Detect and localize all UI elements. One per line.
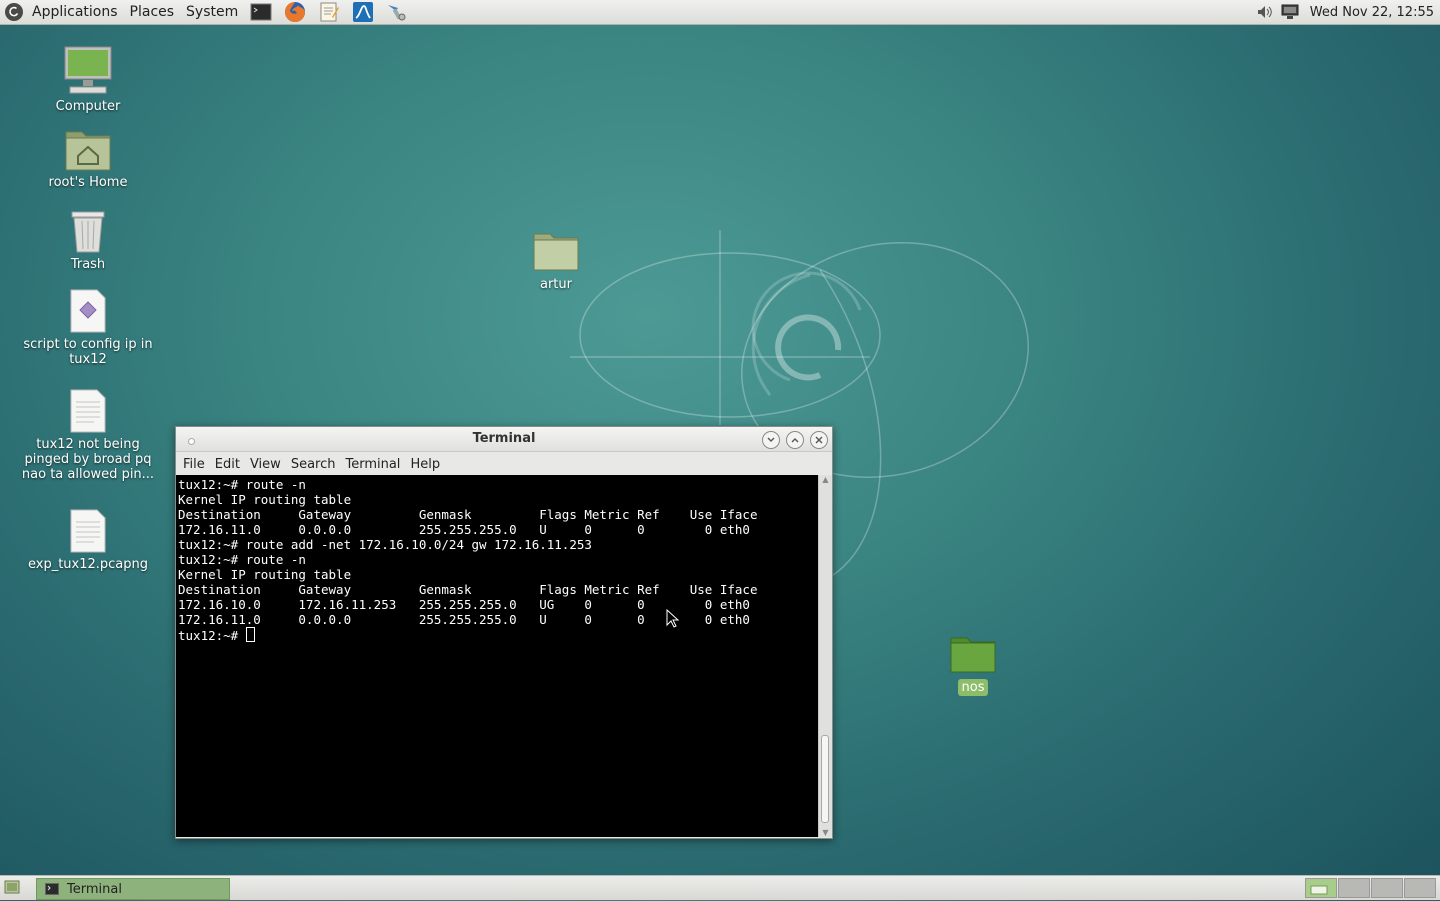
terminal-icon [250,3,272,21]
system-tray: Wed Nov 22, 12:55 [1256,0,1434,24]
script-icon [70,289,106,333]
minimize-button[interactable] [762,431,780,449]
menu-view[interactable]: View [245,457,286,472]
close-button[interactable] [810,431,828,449]
network-tool-launcher[interactable] [384,1,410,23]
terminal-line: Kernel IP routing table [178,567,352,582]
main-menu: Applications Places System [0,0,244,24]
top-panel: Applications Places System Wed Nov 22, 1… [0,0,1440,25]
close-icon [815,436,823,444]
terminal-line: 172.16.11.0 0.0.0.0 255.255.255.0 U 0 0 … [178,522,750,537]
terminal-prompt: tux12:~# [178,628,246,643]
maximize-button[interactable] [786,431,804,449]
menu-help[interactable]: Help [405,457,445,472]
text-cursor [245,627,255,642]
chevron-up-icon [791,438,799,443]
scrollbar-thumb[interactable] [821,735,829,823]
scroll-up-arrow-icon[interactable]: ▲ [819,475,832,484]
menu-file[interactable]: File [178,457,210,472]
debian-logo-icon[interactable] [4,2,24,22]
text-file-icon [70,389,106,433]
bottom-panel: Terminal [0,875,1440,900]
terminal-menubar: File Edit View Search Terminal Help [176,452,832,477]
desktop-icon-home[interactable]: root's Home [18,126,158,190]
desktop-icon-artur[interactable]: artur [486,230,626,292]
terminal-window: Terminal File Edit View Search Terminal … [175,426,833,839]
desktop-icon-label: exp_tux12.pcapng [27,557,149,572]
window-preview-icon [1310,885,1328,895]
window-titlebar[interactable]: Terminal [176,427,832,452]
wireshark-icon [353,2,374,22]
text-file-icon [70,509,106,553]
terminal-launcher[interactable] [248,1,274,23]
scroll-down-arrow-icon[interactable]: ▼ [819,828,832,837]
workspace-1[interactable] [1305,878,1337,898]
desktop-icon-textfile-note[interactable]: tux12 not being pinged by broad pq nao t… [18,388,158,482]
taskbar-label: Terminal [67,881,122,897]
menu-search[interactable]: Search [286,457,341,472]
workspace-switcher [1304,878,1436,898]
network-tool-icon [388,5,406,21]
text-editor-icon [320,2,340,22]
desktop-icon-label: Computer [55,99,121,114]
trash-icon [71,211,105,253]
firefox-launcher[interactable] [282,1,308,23]
terminal-line: tux12:~# route add -net 172.16.10.0/24 g… [178,537,592,552]
computer-icon [64,46,112,94]
show-desktop-icon[interactable] [4,880,20,894]
terminal-line: Destination Gateway Genmask Flags Metric… [178,507,758,522]
firefox-icon [285,2,306,22]
text-editor-launcher[interactable] [316,1,342,23]
network-icon[interactable] [1280,3,1300,21]
desktop-icon-nos[interactable]: nos [903,634,1043,696]
terminal-line: 172.16.10.0 172.16.11.253 255.255.255.0 … [178,597,750,612]
volume-icon[interactable] [1256,3,1274,21]
desktop-icon-script[interactable]: script to config ip in tux12 [18,288,158,367]
workspace-2[interactable] [1338,878,1370,898]
folder-icon [950,637,996,673]
terminal-icon [45,883,59,895]
terminal-output[interactable]: tux12:~# route -n Kernel IP routing tabl… [176,475,818,837]
desktop-icon-label: script to config ip in tux12 [23,337,153,367]
desktop-icon-label: artur [540,277,572,292]
menu-system[interactable]: System [180,0,244,24]
terminal-line: 172.16.11.0 0.0.0.0 255.255.255.0 U 0 0 … [178,612,750,627]
chevron-down-icon [767,437,775,442]
menu-edit[interactable]: Edit [210,457,245,472]
desktop-icon-label: Trash [70,257,106,272]
desktop-icon-trash[interactable]: Trash [18,206,158,272]
terminal-line: Kernel IP routing table [178,492,352,507]
mouse-pointer-icon [666,609,680,628]
window-controls [762,431,828,449]
folder-icon [533,233,579,271]
terminal-line: tux12:~# route -n [178,477,306,492]
clock[interactable]: Wed Nov 22, 12:55 [1310,5,1434,20]
terminal-line: Destination Gateway Genmask Flags Metric… [178,582,758,597]
taskbar-button-terminal[interactable]: Terminal [36,878,230,900]
workspace-3[interactable] [1371,878,1403,898]
desktop-icon-label: nos [957,679,989,696]
terminal-line: tux12:~# route -n [178,552,306,567]
menu-places[interactable]: Places [124,0,181,24]
menu-terminal[interactable]: Terminal [340,457,405,472]
desktop-icon-label: root's Home [48,175,128,190]
wireshark-launcher[interactable] [350,1,376,23]
workspace-4[interactable] [1404,878,1436,898]
window-title: Terminal [472,431,536,446]
terminal-prompt-line[interactable]: tux12:~# [178,627,818,643]
menu-applications[interactable]: Applications [26,0,124,24]
desktop-icon-pcapng[interactable]: exp_tux12.pcapng [18,508,158,572]
desktop-icon-computer[interactable]: Computer [18,44,158,114]
home-folder-icon [65,131,111,171]
terminal-scrollbar[interactable]: ▲ ▼ [818,475,832,837]
desktop-icon-label: tux12 not being pinged by broad pq nao t… [21,437,155,482]
